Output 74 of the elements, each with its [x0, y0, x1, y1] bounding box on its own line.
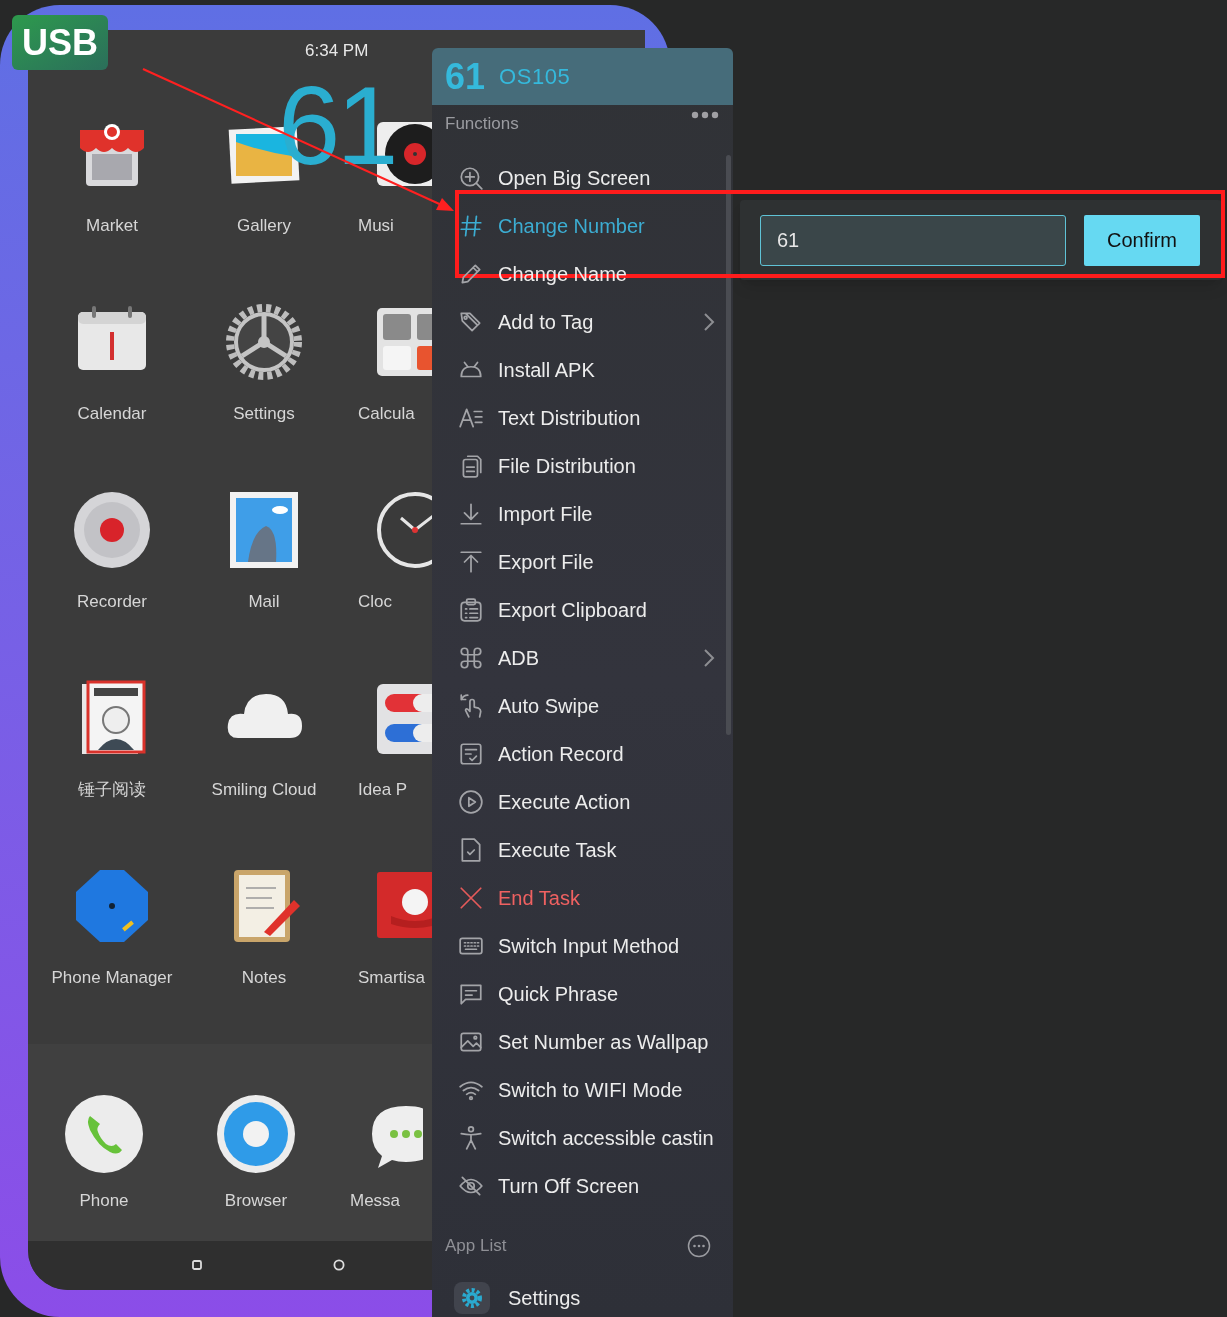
app-label: 锤子阅读 [78, 779, 146, 800]
clock-icon[interactable] [375, 489, 432, 570]
section-label: Functions [445, 113, 519, 135]
person-icon [458, 1125, 484, 1151]
command-icon [458, 645, 484, 671]
menu-item[interactable]: Switch accessible castin [432, 1114, 733, 1162]
menu-item[interactable]: Switch to WIFI Mode [432, 1066, 733, 1114]
phone-icon[interactable] [64, 1093, 144, 1174]
menu-item[interactable]: Export Clipboard [432, 586, 733, 634]
tap-icon [458, 693, 484, 719]
app-label: Messa [350, 1190, 401, 1211]
zoom-in-icon [458, 165, 484, 191]
status-time: 6:34 PM [305, 41, 369, 60]
app-label: Browser [224, 1190, 288, 1211]
gear-icon[interactable] [224, 301, 304, 382]
more-icon[interactable] [687, 1234, 711, 1258]
device-number: 61 [445, 58, 486, 95]
menu-item[interactable]: Open Big Screen [432, 154, 733, 202]
gear-icon [454, 1282, 490, 1314]
recorder-icon[interactable] [72, 489, 152, 570]
app-label: Recorder [77, 591, 147, 612]
home-icon[interactable] [333, 1259, 345, 1272]
scrollbar-thumb[interactable] [726, 155, 731, 735]
more-icon[interactable] [691, 111, 719, 119]
close-icon [458, 885, 484, 911]
section-label: App List [445, 1235, 507, 1258]
menu-item[interactable]: Quick Phrase [432, 970, 733, 1018]
app-label: Gallery [237, 215, 291, 236]
upload-icon [458, 549, 484, 575]
image-icon [458, 1029, 484, 1055]
hash-icon [458, 213, 484, 239]
file-check-icon [458, 837, 484, 863]
menu-item[interactable]: Turn Off Screen [432, 1162, 733, 1210]
play-circle-icon [458, 789, 484, 815]
menu-item[interactable]: Switch Input Method [432, 922, 733, 970]
usb-badge: USB [12, 15, 108, 70]
app-label: Calendar [77, 403, 147, 424]
recent-apps-icon[interactable] [192, 1260, 202, 1271]
download-icon [458, 501, 484, 527]
app-label: Smiling Cloud [211, 779, 317, 800]
menu-item[interactable]: Action Record [432, 730, 733, 778]
app-label: Notes [241, 967, 287, 988]
device-name: OS105 [499, 65, 571, 88]
menu-item[interactable]: File Distribution [432, 442, 733, 490]
menu-item[interactable]: Add to Tag [432, 298, 733, 346]
menu-item[interactable]: Install APK [432, 346, 733, 394]
app-label: Phone [79, 1190, 129, 1211]
app-label: Smartisa [358, 967, 426, 988]
clipboard-icon [458, 597, 484, 623]
app-label: Mail [248, 591, 280, 612]
confirm-button[interactable]: Confirm [1084, 214, 1200, 266]
menu-item[interactable]: Execute Action [432, 778, 733, 826]
menu-item[interactable]: Change Number [432, 202, 733, 250]
menu-item[interactable]: ADB [432, 634, 733, 682]
app-label: Settings [233, 403, 295, 424]
menu-item[interactable]: Import File [432, 490, 733, 538]
app-list-item[interactable]: Settings [432, 1278, 733, 1317]
app-label: Musi [358, 215, 394, 236]
menu-item[interactable]: Set Number as Wallpap [432, 1018, 733, 1066]
app-label: Calcula [358, 403, 415, 424]
browser-icon[interactable] [216, 1093, 296, 1174]
eye-off-icon [458, 1173, 484, 1199]
app-label: Phone Manager [51, 967, 173, 988]
number-input-field[interactable]: 61 [760, 214, 1066, 266]
menu-item[interactable]: Auto Swipe [432, 682, 733, 730]
menu-item[interactable]: End Task [432, 874, 733, 922]
message-icon [458, 981, 484, 1007]
menu-item[interactable]: Text Distribution [432, 394, 733, 442]
record-list-icon [458, 741, 484, 767]
app-label: Market [86, 215, 138, 236]
menu-item[interactable]: Export File [432, 538, 733, 586]
app-label: Idea P [358, 779, 408, 800]
app-label: Cloc [358, 591, 392, 612]
menu-item[interactable]: Execute Task [432, 826, 733, 874]
